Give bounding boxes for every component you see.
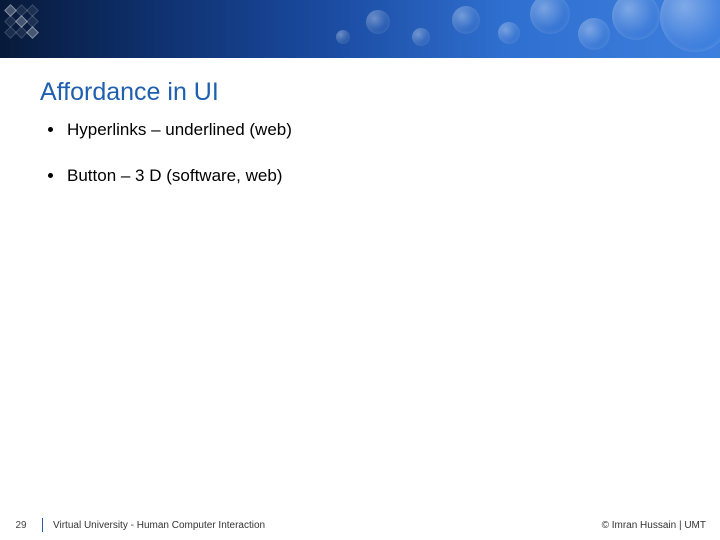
page-number: 29 [0, 520, 42, 531]
slide: Affordance in UI Hyperlinks – underlined… [0, 0, 720, 540]
list-item: Button – 3 D (software, web) [40, 166, 680, 186]
bubbles-decoration-icon [0, 0, 720, 58]
footer-divider [42, 518, 43, 532]
slide-title: Affordance in UI [40, 78, 219, 107]
bullet-icon [48, 127, 53, 132]
list-item: Hyperlinks – underlined (web) [40, 120, 680, 140]
footer-right-text: © Imran Hussain | UMT [602, 520, 720, 531]
content-area: Hyperlinks – underlined (web) Button – 3… [40, 120, 680, 212]
footer-center-text: Virtual University - Human Computer Inte… [53, 520, 602, 531]
footer: 29 Virtual University - Human Computer I… [0, 510, 720, 540]
header-band [0, 0, 720, 58]
bullet-icon [48, 173, 53, 178]
bullet-text: Button – 3 D (software, web) [67, 166, 282, 186]
bullet-text: Hyperlinks – underlined (web) [67, 120, 292, 140]
